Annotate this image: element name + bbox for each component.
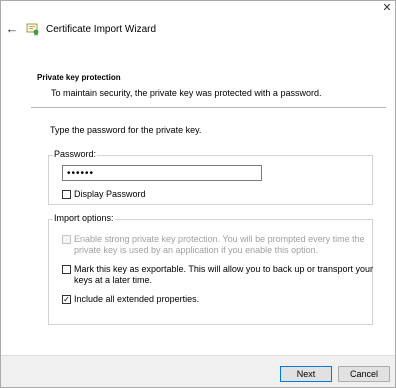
import-options-label: Import options: xyxy=(53,213,115,223)
password-label: Password: xyxy=(53,149,98,159)
wizard-title: Certificate Import Wizard xyxy=(46,24,157,35)
cancel-button[interactable]: Cancel xyxy=(338,366,390,382)
header-divider xyxy=(31,107,386,108)
certificate-icon xyxy=(26,23,39,36)
exportable-label[interactable]: Mark this key as exportable. This will a… xyxy=(74,264,373,286)
display-password-label[interactable]: Display Password xyxy=(74,189,146,200)
exportable-line2: keys at a later time. xyxy=(74,275,153,285)
footer-bar: Next Cancel xyxy=(1,355,395,387)
strong-protection-line2: private key is used by an application if… xyxy=(74,245,319,255)
password-input[interactable]: •••••• xyxy=(62,165,262,181)
close-button[interactable]: ✕ xyxy=(377,1,395,15)
exportable-checkbox[interactable] xyxy=(62,265,71,274)
strong-protection-label: Enable strong private key protection. Yo… xyxy=(74,234,365,256)
extended-properties-checkbox[interactable]: ✓ xyxy=(62,295,71,304)
check-icon: ✓ xyxy=(63,294,70,304)
strong-protection-line1: Enable strong private key protection. Yo… xyxy=(74,234,365,244)
page-heading: Private key protection xyxy=(37,73,121,82)
extended-properties-label[interactable]: Include all extended properties. xyxy=(74,294,199,305)
strong-protection-checkbox[interactable] xyxy=(62,235,71,244)
wizard-window: ✕ ← Certificate Import Wizard Private ke… xyxy=(0,0,396,388)
back-button[interactable]: ← xyxy=(5,21,19,35)
close-icon: ✕ xyxy=(382,1,392,14)
instruction-text: Type the password for the private key. xyxy=(50,125,202,135)
password-value: •••••• xyxy=(67,167,95,179)
exportable-line1: Mark this key as exportable. This will a… xyxy=(74,264,373,274)
display-password-checkbox[interactable] xyxy=(62,190,71,199)
page-subheading: To maintain security, the private key wa… xyxy=(51,88,322,98)
back-arrow-icon: ← xyxy=(5,20,19,36)
next-button[interactable]: Next xyxy=(280,366,332,382)
